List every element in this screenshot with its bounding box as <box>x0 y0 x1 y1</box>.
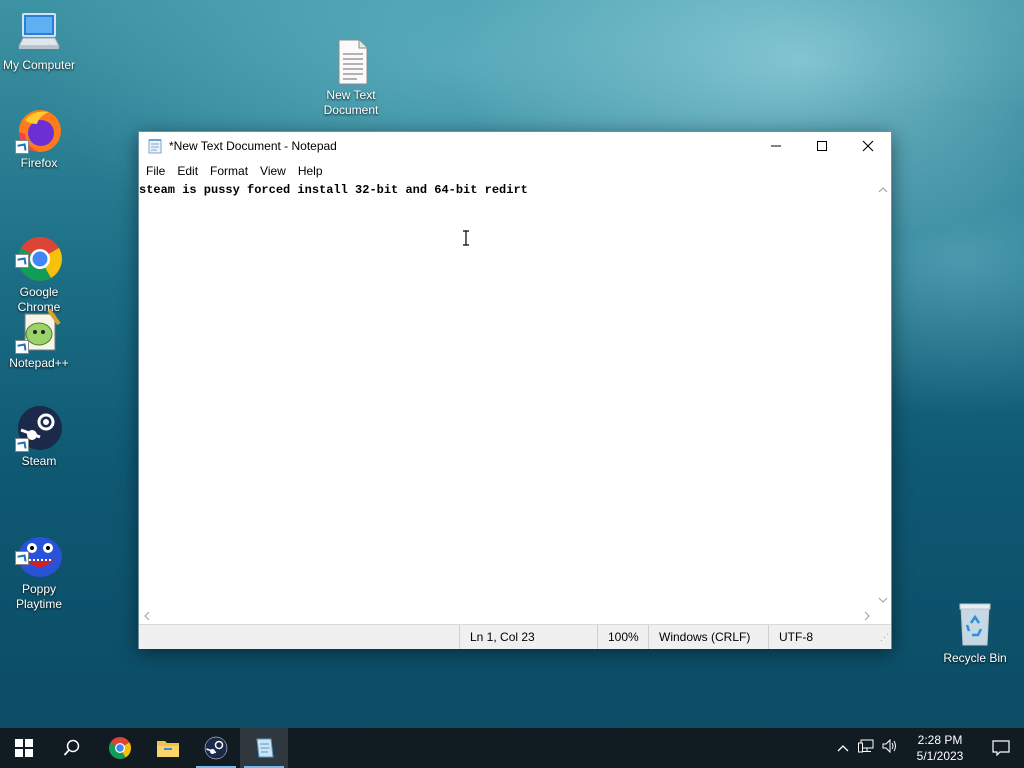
editor-text[interactable]: steam is pussy forced install 32-bit and… <box>139 182 875 197</box>
scroll-right-icon[interactable] <box>859 608 875 624</box>
desktop-icon-label: Notepad++ <box>9 356 69 370</box>
recycle-bin-icon <box>951 601 999 649</box>
close-icon <box>862 140 874 152</box>
clock[interactable]: 2:28 PM 5/1/2023 <box>902 732 978 764</box>
clock-time: 2:28 PM <box>917 733 963 747</box>
notepad-icon <box>147 138 163 154</box>
desktop-icon-my-computer[interactable]: My Computer <box>1 8 77 73</box>
taskbar: 2:28 PM 5/1/2023 <box>0 728 1024 768</box>
menu-format[interactable]: Format <box>204 164 254 178</box>
action-center-button[interactable] <box>978 740 1024 756</box>
desktop-icon-notepad-plus-plus[interactable]: Notepad++ <box>1 306 77 371</box>
taskbar-chrome[interactable] <box>96 728 144 768</box>
notepad-plus-plus-icon <box>15 306 63 354</box>
windows-start-icon <box>15 739 33 757</box>
menu-file[interactable]: File <box>140 164 171 178</box>
shortcut-arrow-icon <box>15 551 29 565</box>
status-zoom: 100% <box>597 625 648 649</box>
resize-grip-icon[interactable]: ⋰ <box>880 632 889 643</box>
minimize-icon <box>771 145 781 147</box>
maximize-icon <box>817 141 827 151</box>
notification-icon <box>992 740 1010 756</box>
scroll-up-icon[interactable] <box>875 182 891 198</box>
menu-view[interactable]: View <box>254 164 292 178</box>
taskbar-steam[interactable] <box>192 728 240 768</box>
file-explorer-icon <box>157 741 179 757</box>
status-line-ending: Windows (CRLF) <box>648 625 768 649</box>
status-position: Ln 1, Col 23 <box>459 625 597 649</box>
status-spacer <box>139 625 459 649</box>
vertical-scrollbar[interactable] <box>875 182 891 608</box>
desktop-icon-steam[interactable]: Steam <box>1 404 77 469</box>
maximize-button[interactable] <box>799 132 845 160</box>
shortcut-arrow-icon <box>15 340 29 354</box>
minimize-button[interactable] <box>753 132 799 160</box>
taskbar-file-explorer[interactable] <box>144 728 192 768</box>
scroll-down-icon[interactable] <box>875 592 891 608</box>
menu-edit[interactable]: Edit <box>171 164 204 178</box>
status-bar: Ln 1, Col 23 100% Windows (CRLF) UTF-8 ⋰ <box>139 624 891 649</box>
system-tray: 2:28 PM 5/1/2023 <box>832 728 1024 768</box>
search-icon <box>63 739 80 756</box>
volume-button[interactable] <box>878 738 902 758</box>
title-bar[interactable]: *New Text Document - Notepad <box>139 132 891 160</box>
scroll-left-icon[interactable] <box>139 608 155 624</box>
desktop-icon-new-text-document[interactable]: New Text Document <box>313 8 389 133</box>
computer-icon <box>15 8 63 56</box>
desktop-icon-firefox[interactable]: Firefox <box>1 106 77 171</box>
text-editor-area[interactable]: steam is pussy forced install 32-bit and… <box>139 182 875 608</box>
desktop-icon-label: Poppy Playtime <box>15 582 62 611</box>
shortcut-arrow-icon <box>15 140 29 154</box>
horizontal-scrollbar[interactable] <box>139 608 875 624</box>
show-hidden-icons-button[interactable] <box>832 739 854 757</box>
speaker-icon <box>882 738 896 753</box>
notepad-window: *New Text Document - Notepad File Edit F… <box>138 131 892 649</box>
shortcut-arrow-icon <box>15 254 29 268</box>
menu-bar: File Edit Format View Help <box>139 160 891 182</box>
close-button[interactable] <box>845 132 891 160</box>
shortcut-arrow-icon <box>15 438 29 452</box>
network-icon <box>858 739 874 752</box>
text-document-icon <box>327 23 375 85</box>
desktop-icon-label: My Computer <box>2 58 76 72</box>
menu-help[interactable]: Help <box>292 164 329 178</box>
desktop-icon-label: Recycle Bin <box>943 651 1007 665</box>
chrome-icon <box>15 220 63 281</box>
clock-date: 5/1/2023 <box>916 749 964 763</box>
desktop-icon-label: New Text Document <box>323 88 379 117</box>
window-title: *New Text Document - Notepad <box>169 139 337 153</box>
desktop-icon-label: Firefox <box>20 156 58 170</box>
desktop-icon-recycle-bin[interactable]: Recycle Bin <box>937 601 1013 666</box>
text-cursor-ibeam-icon <box>462 230 470 251</box>
steam-icon <box>15 404 63 452</box>
status-encoding: UTF-8 <box>768 625 878 649</box>
firefox-icon <box>15 106 63 154</box>
chevron-up-icon <box>837 745 849 752</box>
scrollbar-corner <box>875 608 891 624</box>
steam-icon <box>204 736 228 760</box>
search-button[interactable] <box>48 728 96 768</box>
notepad-icon <box>256 738 274 758</box>
desktop-icon-poppy-playtime[interactable]: Poppy Playtime <box>1 502 77 627</box>
start-button[interactable] <box>0 728 48 768</box>
poppy-playtime-icon <box>15 517 63 577</box>
desktop-icon-label: Steam <box>21 454 57 468</box>
taskbar-notepad[interactable] <box>240 728 288 768</box>
network-button[interactable] <box>854 739 878 758</box>
chrome-icon <box>109 737 131 759</box>
